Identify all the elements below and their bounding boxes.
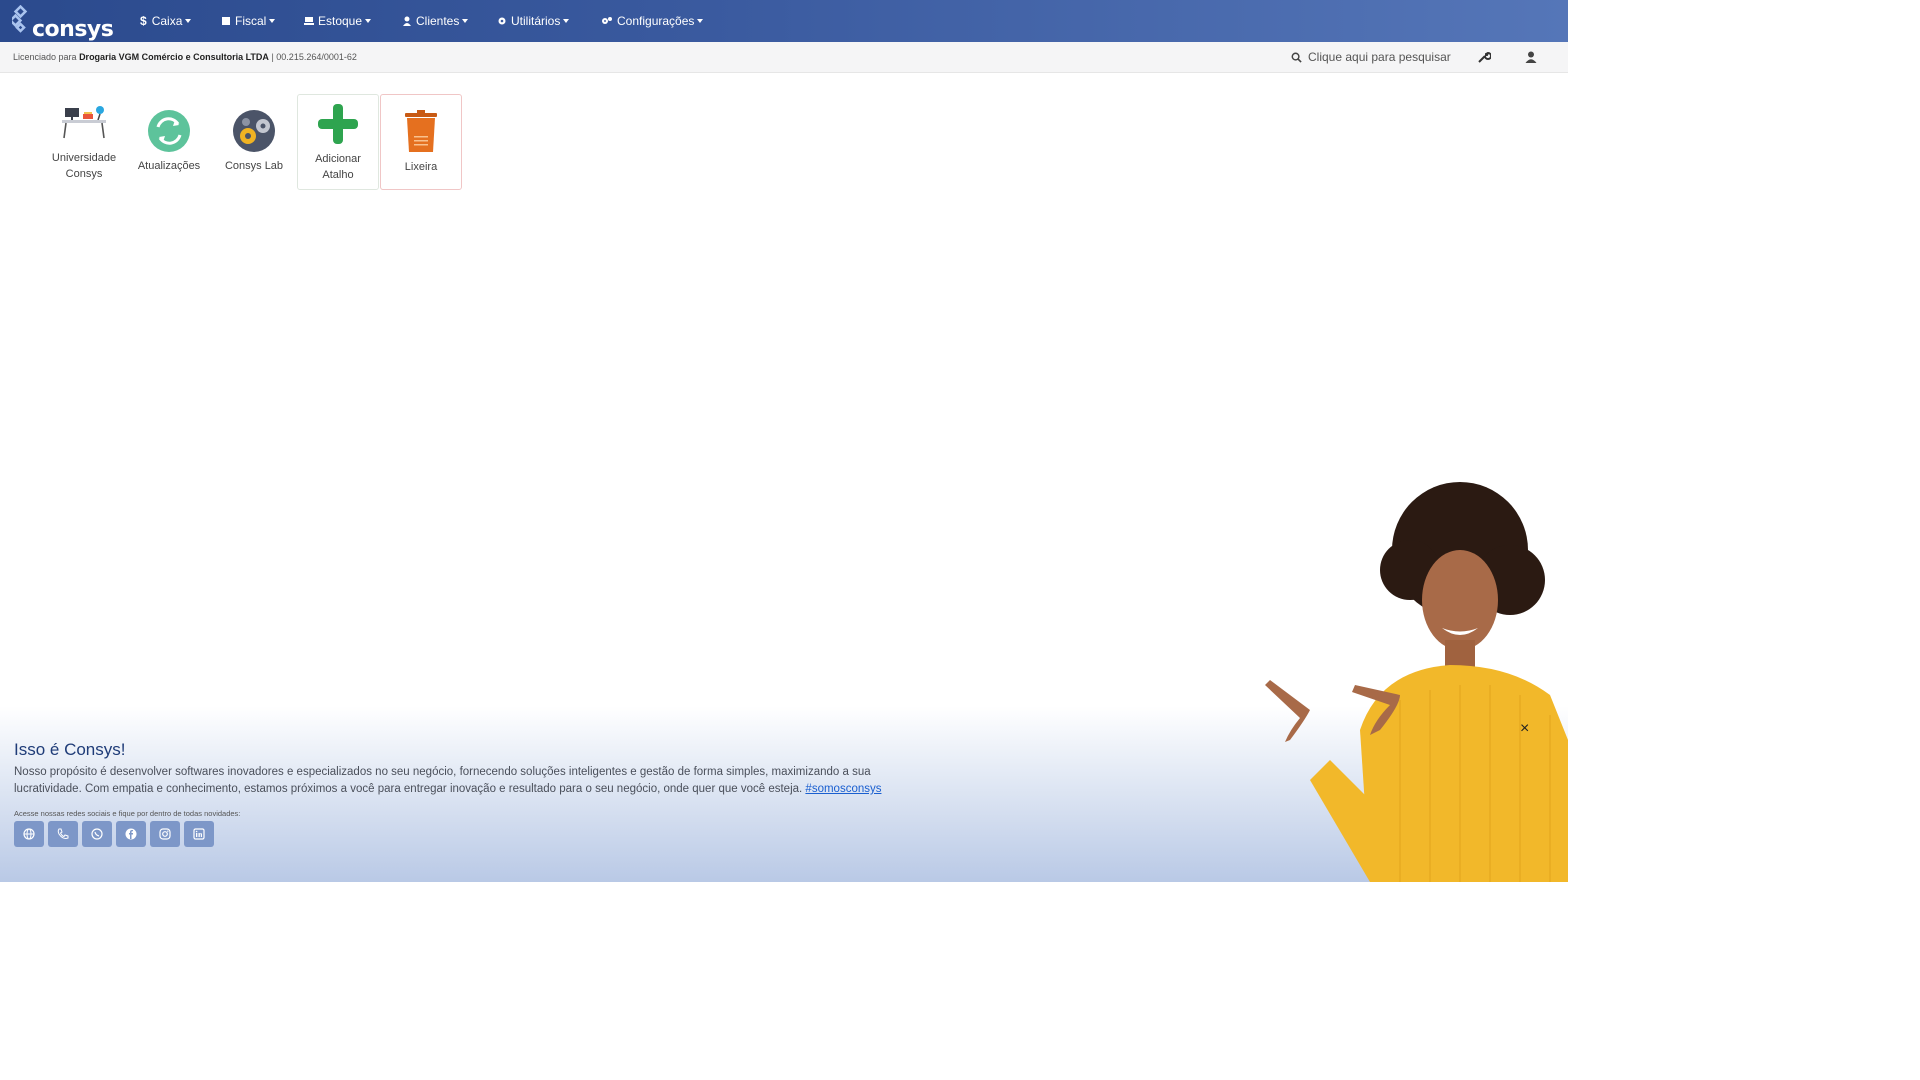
shortcut-label-line2: Consys	[65, 168, 103, 180]
shortcut-atualizacoes[interactable]: Atualizações	[129, 94, 209, 190]
license-company: Drogaria VGM Comércio e Consultoria LTDA	[79, 52, 269, 62]
facebook-icon	[125, 828, 137, 840]
user-icon	[403, 16, 411, 26]
menu-fiscal[interactable]: Fiscal	[221, 0, 276, 42]
license-info: Licenciado para Drogaria VGM Comércio e …	[13, 52, 357, 62]
document-icon	[222, 17, 230, 25]
instagram-icon	[159, 828, 171, 840]
shortcut-label-line2: Atalho	[322, 169, 354, 181]
footer-text: Nosso propósito é desenvolver softwares …	[14, 766, 871, 795]
shortcut-label: Lixeira	[404, 161, 438, 173]
instagram-button[interactable]	[150, 821, 180, 847]
menu-estoque-label: Estoque	[318, 14, 363, 28]
license-cnpj: 00.215.264/0001-62	[276, 52, 357, 62]
shortcut-label-line1: Universidade	[51, 152, 117, 164]
caret-down-icon	[269, 19, 276, 23]
desk-icon	[62, 106, 106, 139]
menu-utilitarios[interactable]: Utilitários	[497, 0, 570, 42]
warehouse-icon	[304, 17, 314, 25]
social-note: Acesse nossas redes sociais e fique por …	[14, 809, 241, 818]
shortcut-label: Atualizações	[137, 160, 201, 172]
gears-icon	[602, 17, 612, 24]
menu-configuracoes-label: Configurações	[617, 14, 695, 28]
search-icon	[1291, 52, 1302, 63]
close-banner-button[interactable]: ×	[1520, 720, 1529, 738]
footer-description: Nosso propósito é desenvolver softwares …	[14, 764, 884, 798]
menu-estoque[interactable]: Estoque	[304, 0, 372, 42]
caret-down-icon	[697, 19, 704, 23]
whatsapp-button[interactable]	[82, 821, 112, 847]
gear-icon	[498, 17, 506, 25]
linkedin-button[interactable]	[184, 821, 214, 847]
license-prefix: Licenciado para	[13, 52, 77, 62]
shortcut-consys-lab[interactable]: Consys Lab	[214, 94, 294, 190]
facebook-button[interactable]	[116, 821, 146, 847]
phone-button[interactable]	[48, 821, 78, 847]
dollar-icon: $	[140, 14, 147, 28]
shortcut-label: Consys Lab	[224, 160, 284, 172]
caret-down-icon	[185, 19, 192, 23]
user-profile-icon[interactable]	[1524, 50, 1538, 64]
search-placeholder: Clique aqui para pesquisar	[1308, 50, 1451, 64]
social-buttons	[14, 821, 214, 847]
whatsapp-icon	[91, 828, 103, 840]
phone-icon	[57, 828, 69, 839]
license-separator: |	[271, 52, 274, 62]
website-button[interactable]	[14, 821, 44, 847]
caret-down-icon	[563, 19, 570, 23]
menu-utilitarios-label: Utilitários	[511, 14, 561, 28]
menu-caixa-label: Caixa	[151, 14, 183, 28]
caret-down-icon	[462, 19, 469, 23]
shortcut-universidade-consys[interactable]: Universidade Consys	[44, 94, 124, 190]
lab-gears-icon	[233, 110, 275, 152]
linkedin-icon	[193, 828, 205, 840]
promo-woman-image	[1265, 482, 1568, 882]
caret-down-icon	[365, 19, 372, 23]
menu-fiscal-label: Fiscal	[235, 14, 267, 28]
shortcut-label-line1: Adicionar	[315, 153, 361, 165]
globe-icon	[23, 828, 35, 840]
logo-text: consys	[32, 17, 114, 42]
search-box[interactable]: Clique aqui para pesquisar	[1291, 50, 1451, 64]
wrench-icon[interactable]	[1477, 50, 1491, 64]
trash-icon	[405, 110, 437, 152]
shortcut-lixeira[interactable]: Lixeira	[380, 94, 462, 190]
plus-icon	[318, 104, 358, 144]
menu-clientes[interactable]: Clientes	[402, 0, 469, 42]
menu-configuracoes[interactable]: Configurações	[601, 0, 704, 42]
consys-logo[interactable]: consys	[12, 5, 114, 42]
menu-caixa[interactable]: $ Caixa	[140, 0, 192, 42]
shortcut-adicionar-atalho[interactable]: Adicionar Atalho	[297, 94, 379, 190]
footer-title: Isso é Consys!	[14, 740, 126, 759]
somosconsys-link[interactable]: #somosconsys	[805, 783, 881, 795]
top-navbar: consys $ Caixa Fiscal Estoque Clientes U…	[0, 0, 1568, 42]
license-bar: Licenciado para Drogaria VGM Comércio e …	[0, 42, 1568, 73]
menu-clientes-label: Clientes	[416, 14, 460, 28]
refresh-icon	[148, 110, 190, 152]
